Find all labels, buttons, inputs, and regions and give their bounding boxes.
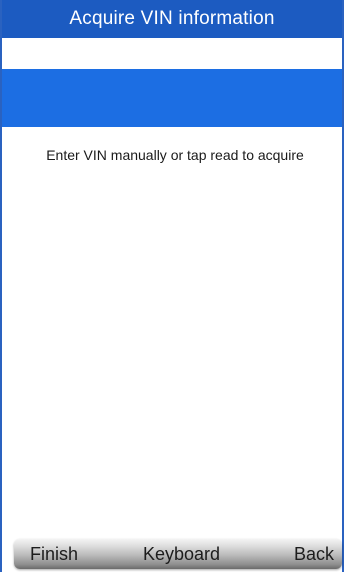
page-title: Acquire VIN information — [2, 0, 342, 38]
bottom-toolbar: Finish Keyboard Back — [14, 539, 342, 569]
keyboard-button[interactable]: Keyboard — [143, 539, 220, 569]
instruction-text: Enter VIN manually or tap read to acquir… — [46, 147, 304, 163]
vin-display-band[interactable] — [2, 69, 342, 127]
vin-screen: Acquire VIN information Enter VIN manual… — [0, 0, 344, 572]
vin-input-field[interactable] — [2, 38, 342, 69]
finish-button[interactable]: Finish — [30, 539, 78, 569]
back-button[interactable]: Back — [294, 539, 334, 569]
